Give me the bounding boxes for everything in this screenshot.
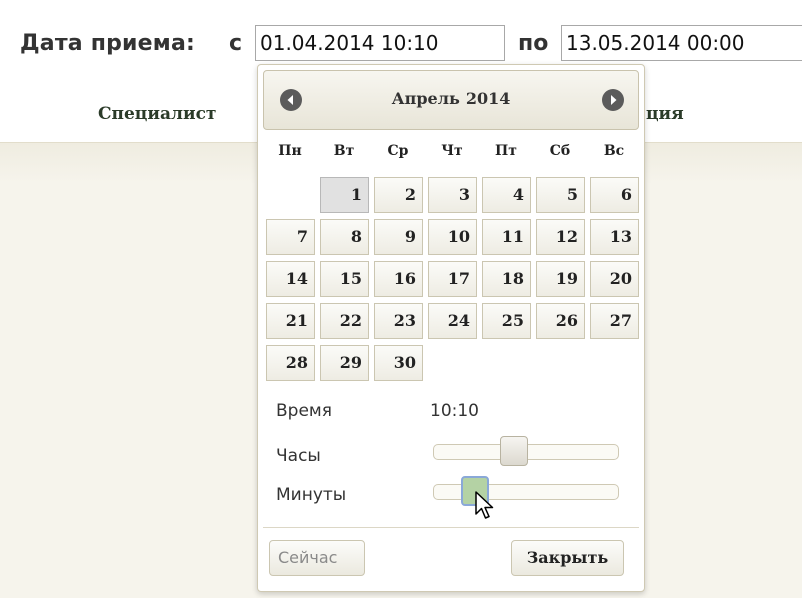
close-button[interactable]: Закрыть — [511, 540, 624, 576]
calendar-day[interactable]: 28 — [266, 345, 315, 381]
calendar-day[interactable]: 23 — [374, 303, 423, 339]
calendar-day[interactable]: 14 — [266, 261, 315, 297]
calendar-day[interactable]: 17 — [428, 261, 477, 297]
calendar-day[interactable]: 30 — [374, 345, 423, 381]
hours-label: Часы — [276, 446, 321, 466]
calendar-day[interactable]: 25 — [482, 303, 531, 339]
column-header-partial[interactable]: ция — [646, 104, 684, 124]
now-button[interactable]: Сейчас — [269, 540, 365, 576]
calendar-day[interactable]: 21 — [266, 303, 315, 339]
calendar-day[interactable]: 8 — [320, 219, 369, 255]
circle-arrow-right-icon — [611, 95, 617, 105]
calendar-day[interactable]: 22 — [320, 303, 369, 339]
calendar-day[interactable]: 20 — [590, 261, 639, 297]
calendar-day[interactable]: 3 — [428, 177, 477, 213]
calendar-day[interactable]: 12 — [536, 219, 585, 255]
calendar-day[interactable]: 6 — [590, 177, 639, 213]
calendar-day[interactable]: 1 — [320, 177, 369, 213]
mouse-pointer-icon — [475, 491, 494, 519]
calendar-day[interactable]: 26 — [536, 303, 585, 339]
calendar-day[interactable]: 4 — [482, 177, 531, 213]
weekday-header: Сб — [549, 143, 571, 159]
calendar-day[interactable]: 10 — [428, 219, 477, 255]
date-from-input[interactable] — [255, 25, 505, 61]
calendar-day[interactable]: 15 — [320, 261, 369, 297]
minutes-slider[interactable] — [433, 476, 619, 506]
hours-slider-handle[interactable] — [500, 436, 528, 466]
calendar-day[interactable]: 7 — [266, 219, 315, 255]
calendar-day[interactable]: 16 — [374, 261, 423, 297]
from-label: с — [229, 31, 243, 56]
next-month-button[interactable] — [602, 89, 624, 111]
calendar-day[interactable]: 27 — [590, 303, 639, 339]
calendar-day[interactable]: 18 — [482, 261, 531, 297]
minutes-label: Минуты — [276, 485, 347, 505]
hours-slider[interactable] — [433, 436, 619, 466]
weekday-header: Вт — [333, 143, 355, 159]
date-to-input[interactable] — [561, 25, 802, 61]
calendar-day[interactable]: 9 — [374, 219, 423, 255]
weekday-header: Чт — [441, 143, 463, 159]
weekday-header: Пт — [495, 143, 517, 159]
calendar-day[interactable]: 2 — [374, 177, 423, 213]
calendar-day[interactable]: 19 — [536, 261, 585, 297]
time-label: Время — [276, 401, 332, 421]
month-year-title: Апрель 2014 — [264, 89, 638, 108]
date-filter-label: Дата приема: — [20, 31, 196, 56]
time-value: 10:10 — [430, 401, 479, 421]
year-value: 2014 — [465, 89, 511, 108]
calendar-day[interactable]: 24 — [428, 303, 477, 339]
to-label: по — [518, 31, 549, 56]
picker-header: Апрель 2014 — [263, 70, 639, 130]
calendar-day[interactable]: 11 — [482, 219, 531, 255]
footer-divider — [263, 527, 639, 528]
month-name: Апрель — [391, 89, 460, 108]
calendar-day[interactable]: 29 — [320, 345, 369, 381]
weekday-header: Пн — [278, 143, 302, 159]
calendar-day[interactable]: 5 — [536, 177, 585, 213]
weekday-header: Вс — [603, 143, 625, 159]
column-header-specialist[interactable]: Специалист — [98, 104, 216, 124]
weekday-header: Ср — [387, 143, 409, 159]
calendar-day[interactable]: 13 — [590, 219, 639, 255]
datetime-picker: Апрель 2014 Пн Вт Ср Чт Пт Сб Вс 1 2 3 4 5 6 7 8 9 10 11 1… — [257, 64, 645, 592]
